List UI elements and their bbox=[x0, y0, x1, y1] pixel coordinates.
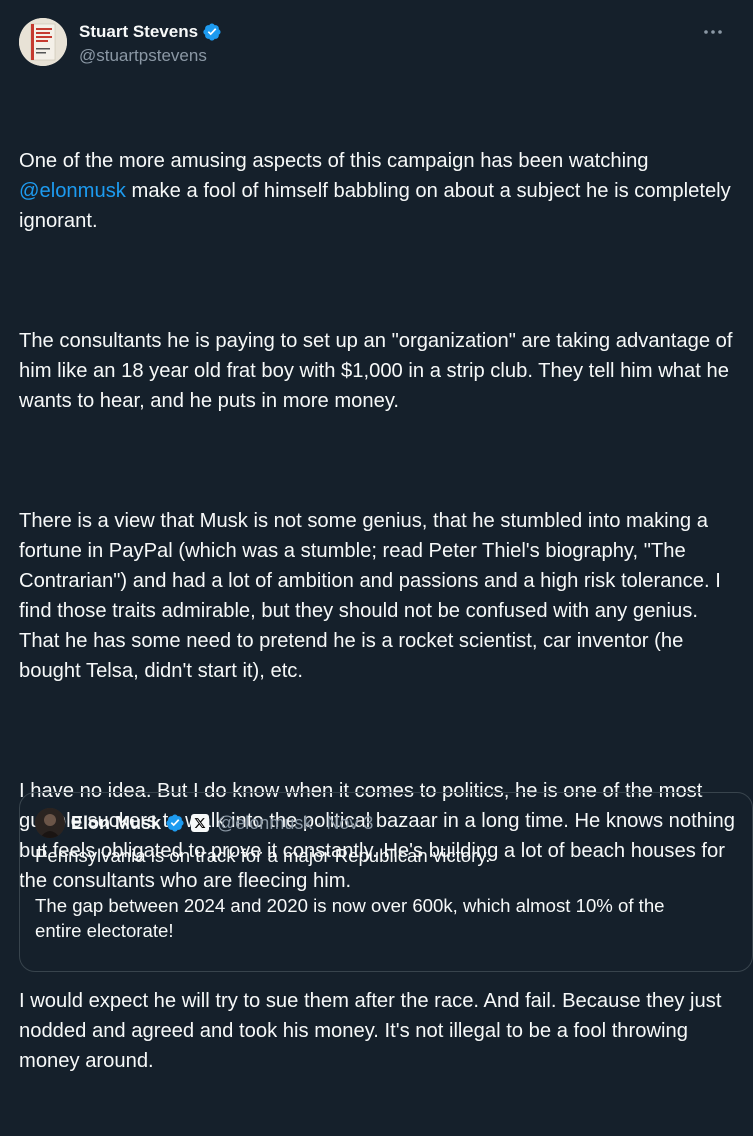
tweet-header: Stuart Stevens @stuartpstevens bbox=[19, 17, 734, 69]
x-affiliation-icon[interactable] bbox=[191, 814, 210, 832]
verified-badge-icon[interactable] bbox=[202, 22, 222, 42]
quoted-separator: · bbox=[316, 812, 323, 833]
quoted-author-display-name[interactable]: Elon Musk bbox=[71, 813, 161, 834]
tweet-body: One of the more amusing aspects of this … bbox=[19, 86, 739, 1136]
quoted-paragraph-1: Pennsylvania is on track for a major Rep… bbox=[35, 845, 491, 866]
quoted-tweet-date[interactable]: Nov 3 bbox=[326, 813, 373, 834]
quoted-verified-badge-icon[interactable] bbox=[165, 813, 185, 833]
tweet-p1-before: One of the more amusing aspects of this … bbox=[19, 150, 655, 172]
quoted-tweet[interactable]: Elon Musk @elonmusk · Nov 3 Pennsylvania… bbox=[19, 792, 753, 972]
quoted-author-handle[interactable]: @elonmusk bbox=[217, 813, 312, 834]
quoted-author-avatar[interactable] bbox=[35, 808, 65, 838]
tweet-paragraph-3: There is a view that Musk is not some ge… bbox=[19, 510, 727, 682]
book-cover-avatar-image bbox=[19, 18, 67, 66]
tweet-paragraph-2: The consultants he is paying to set up a… bbox=[19, 330, 739, 412]
quoted-tweet-body: Pennsylvania is on track for a major Rep… bbox=[35, 843, 715, 968]
more-horizontal-icon[interactable] bbox=[702, 23, 724, 41]
quoted-paragraph-2: The gap between 2024 and 2020 is now ove… bbox=[35, 895, 665, 941]
tweet-paragraph-5: I would expect he will try to sue them a… bbox=[19, 990, 728, 1072]
mention-link[interactable]: @elonmusk bbox=[19, 180, 126, 202]
author-name-block: Stuart Stevens @stuartpstevens bbox=[79, 20, 222, 66]
quoted-avatar-image bbox=[35, 808, 65, 838]
quoted-tweet-header: Elon Musk @elonmusk · Nov 3 bbox=[35, 808, 373, 838]
tweet-p1-after: make a fool of himself babbling on about… bbox=[19, 180, 737, 232]
display-name-row: Stuart Stevens bbox=[79, 20, 222, 44]
author-avatar[interactable] bbox=[19, 18, 67, 66]
author-handle[interactable]: @stuartpstevens bbox=[79, 46, 222, 66]
tweet-paragraph-1: One of the more amusing aspects of this … bbox=[19, 146, 739, 236]
author-display-name[interactable]: Stuart Stevens bbox=[79, 22, 198, 42]
